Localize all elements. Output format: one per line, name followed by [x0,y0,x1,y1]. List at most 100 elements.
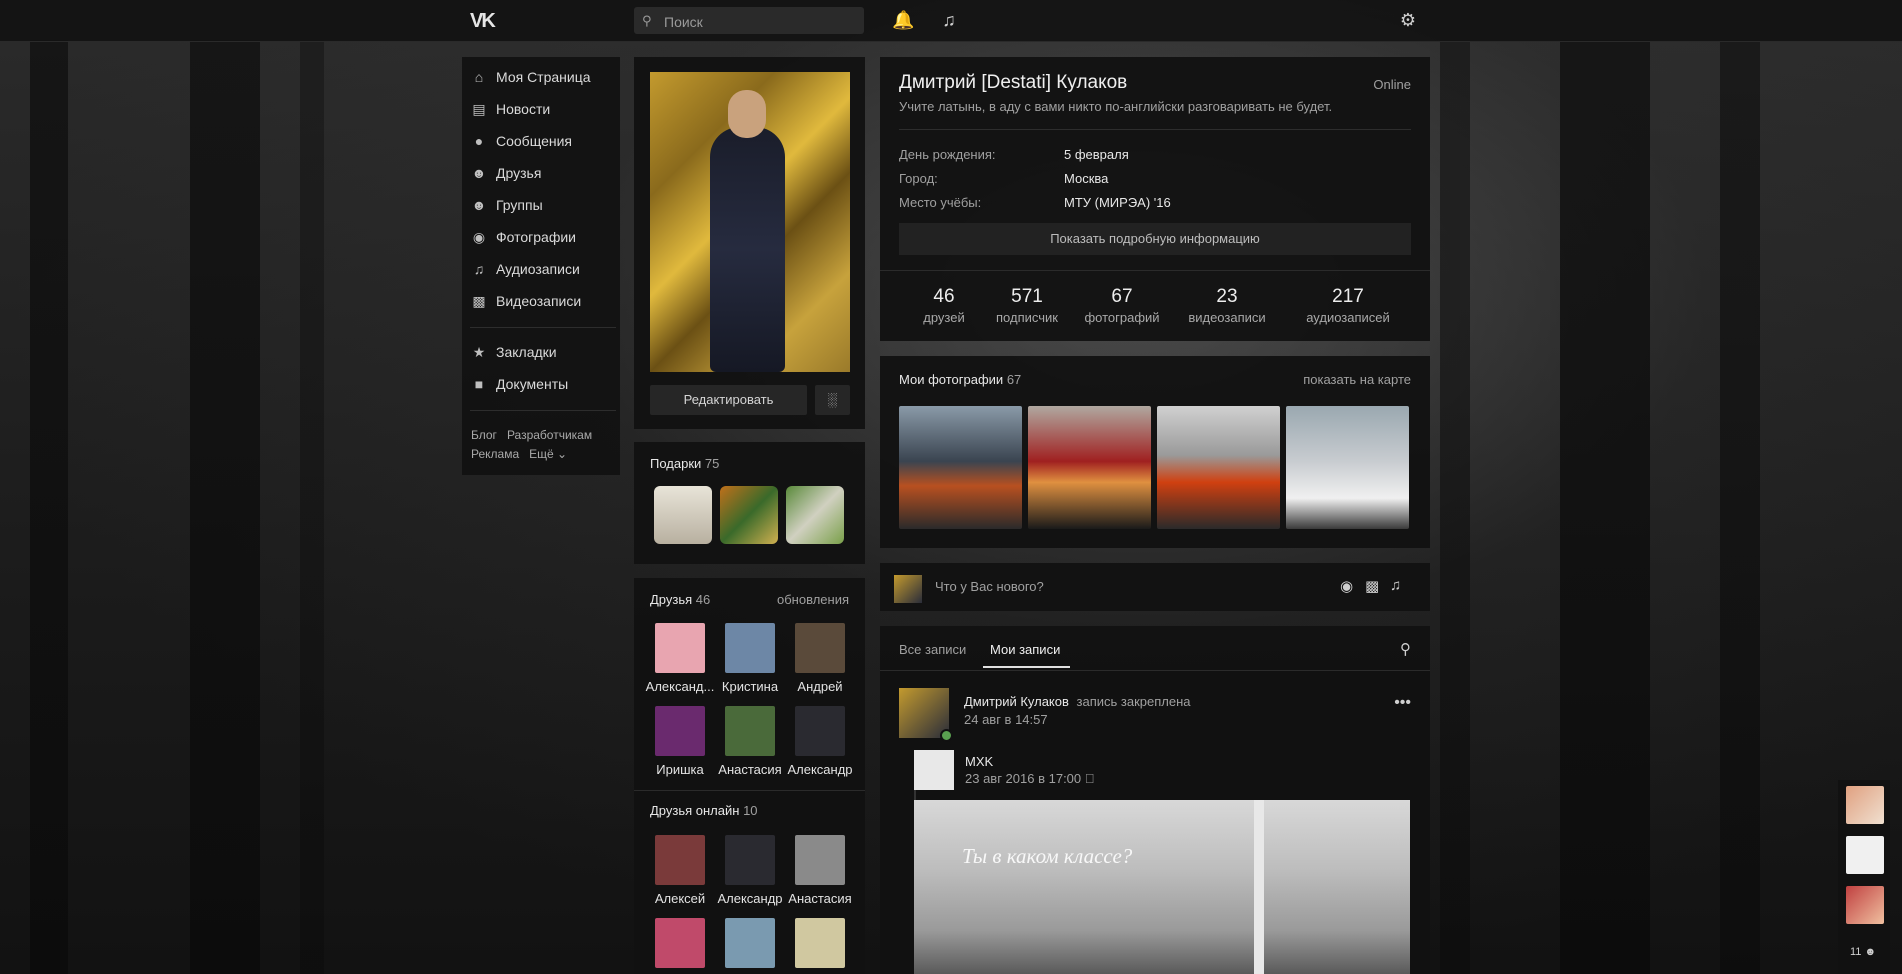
wall-panel: Все записи Мои записи ⚲ Дмитрий Кулаков … [880,626,1430,974]
menu-item-label: Документы [496,376,569,392]
counter-friends[interactable]: 46 друзей [904,286,984,325]
counter-followers[interactable]: 571 подписчик [982,286,1072,325]
friend-card[interactable]: Александр [714,835,786,906]
menu-item-news[interactable]: ▤ Новости [470,97,616,121]
menu-item-photos[interactable]: ◉ Фотографии [470,225,616,249]
gift-school[interactable] [720,486,778,544]
friend-name: Анастасия [718,762,782,777]
gift-calendar[interactable] [654,486,712,544]
friend-card[interactable]: Александ... [644,623,716,694]
info-value-city[interactable]: Москва [1064,171,1108,186]
counter-number: 67 [1111,286,1133,307]
menu-item-groups[interactable]: ☻ Группы [470,193,616,217]
show-more-info-button[interactable]: Показать подробную информацию [899,223,1411,255]
menu-item-label: Сообщения [496,133,572,149]
menu-item-documents[interactable]: ■ Документы [470,372,616,396]
menu-item-label: Фотографии [496,229,577,245]
counter-audio[interactable]: 217 аудиозаписей [1298,286,1398,325]
gifts-header[interactable]: Подарки 75 [650,456,719,471]
post-image[interactable]: Ты в каком классе? [914,800,1410,974]
photo-thumb[interactable] [1157,406,1280,529]
friend-avatar [655,835,705,885]
divider [470,327,616,328]
counter-photos[interactable]: 67 фотографий [1076,286,1168,325]
music-icon[interactable]: ♫ [938,9,960,31]
info-value-birthday[interactable]: 5 февраля [1064,147,1129,162]
chat-count-row[interactable]: 11 ☻ [1850,946,1876,958]
apple-icon:  [1085,771,1095,786]
friend-card[interactable]: Андрей [784,623,856,694]
menu-item-audio[interactable]: ♫ Аудиозаписи [470,257,616,281]
info-value-education[interactable]: МТУ (МИРЭА) '16 [1064,195,1171,210]
search-box[interactable]: ⚲ [634,7,864,34]
friend-card[interactable]: Кристина [714,623,786,694]
bell-icon[interactable]: 🔔 [892,9,914,31]
search-icon: ⚲ [642,13,652,28]
friend-card[interactable]: Анастасия [714,706,786,777]
photo-thumb[interactable] [1028,406,1151,529]
friends-updates-link[interactable]: обновления [777,592,849,607]
post-author[interactable]: Дмитрий Кулаков [964,694,1069,709]
bar-chart-icon: ░ [827,392,838,407]
footer-link-ads[interactable]: Реклама [471,447,519,461]
tab-all-posts[interactable]: Все записи [899,642,966,657]
music-icon[interactable]: ♫ [1390,577,1401,594]
camera-icon[interactable]: ◉ [1340,577,1353,595]
search-icon[interactable]: ⚲ [1400,640,1411,658]
status-text[interactable]: Учите латынь, в аду с вами никто по-англ… [899,99,1332,114]
group-icon: ☻ [471,197,487,213]
repost-avatar[interactable] [914,750,954,790]
menu-item-messages[interactable]: ● Сообщения [470,129,616,153]
background-tree [190,40,260,974]
left-menu: ⌂ Моя Страница ▤ Новости ● Сообщения ☻ Друзь… [462,57,620,475]
menu-item-bookmarks[interactable]: ★ Закладки [470,340,616,364]
film-icon: ▩ [472,293,486,309]
vk-logo[interactable]: VK [470,10,504,32]
message-icon: ● [474,133,484,149]
image-pole [1254,800,1264,974]
friend-card[interactable] [644,918,716,968]
edit-profile-button[interactable]: Редактировать [650,385,807,415]
gear-icon[interactable]: ⚙ [1397,9,1419,31]
repost-author[interactable]: MXK [965,754,993,769]
photo-thumb[interactable] [899,406,1022,529]
show-on-map-link[interactable]: показать на карте [1303,372,1411,387]
chat-avatar[interactable] [1846,786,1884,824]
menu-item-video[interactable]: ▩ Видеозаписи [470,289,616,313]
friend-card[interactable] [714,918,786,968]
user-icon: ☻ [1864,946,1877,958]
post-date[interactable]: 24 авг в 14:57 [964,712,1048,727]
tab-my-posts[interactable]: Мои записи [990,642,1060,657]
footer-link-developers[interactable]: Разработчикам [507,428,592,442]
photos-header[interactable]: Мои фотографии 67 [899,372,1021,387]
friends-header[interactable]: Друзья 46 [650,592,710,607]
counter-videos[interactable]: 23 видеозаписи [1181,286,1273,325]
stats-button[interactable]: ░ [815,385,850,415]
menu-item-friends[interactable]: ☻ Друзья [470,161,616,185]
film-icon[interactable]: ▩ [1365,577,1379,595]
more-icon[interactable]: ••• [1394,694,1411,712]
composer-input[interactable]: Что у Вас нового? [935,579,1044,594]
menu-item-label: Закладки [496,344,557,360]
friend-name: Иришка [656,762,704,777]
footer-link-blog[interactable]: Блог [471,428,497,442]
friend-card[interactable]: Алексей [644,835,716,906]
search-input[interactable] [662,11,862,32]
counter-label: видеозаписи [1188,310,1266,325]
menu-item-label: Друзья [496,165,542,181]
chat-avatar[interactable] [1846,886,1884,924]
friends-online-header[interactable]: Друзья онлайн 10 [650,803,758,818]
photo-thumb[interactable] [1286,406,1409,529]
friend-card[interactable]: Анастасия [784,835,856,906]
photo-head [728,90,766,138]
repost-date[interactable]: 23 авг 2016 в 17:00 [965,771,1081,786]
friend-card[interactable] [784,918,856,968]
friend-card[interactable]: Иришка [644,706,716,777]
footer-link-more[interactable]: Ещё ⌄ [529,447,567,461]
gift-plane[interactable] [786,486,844,544]
menu-item-label: Новости [496,101,551,117]
friend-card[interactable]: Александр [784,706,856,777]
chat-avatar[interactable] [1846,836,1884,874]
profile-photo[interactable] [650,72,850,372]
menu-item-my-page[interactable]: ⌂ Моя Страница [470,65,616,89]
